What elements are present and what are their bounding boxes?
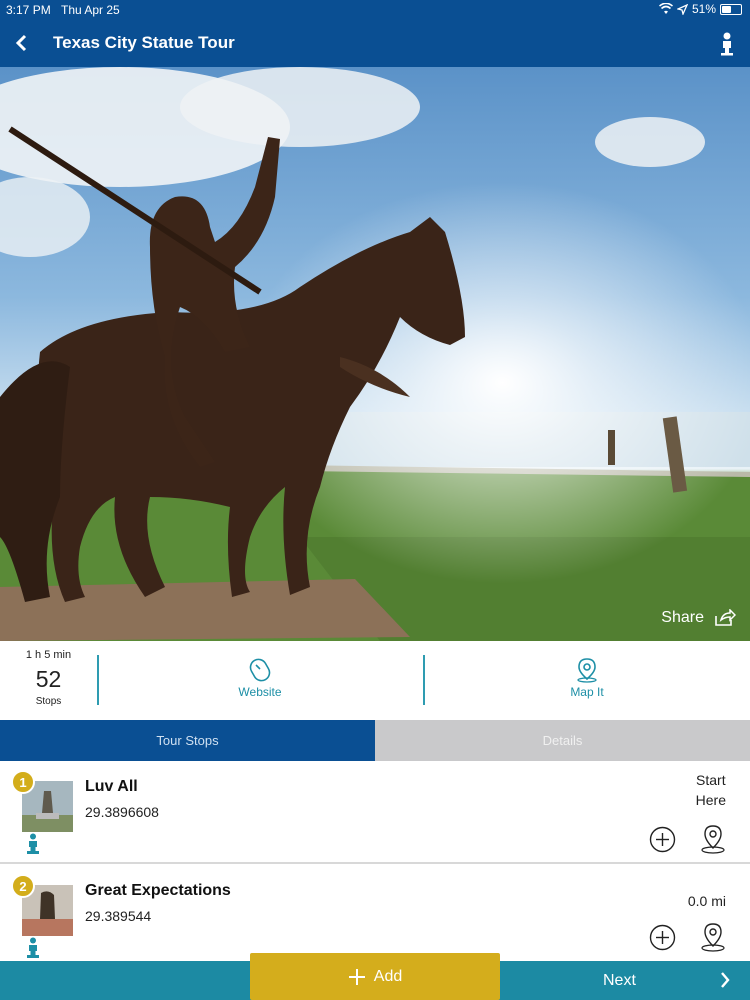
distance-line-1: 0.0 mi — [687, 893, 726, 909]
website-label: Website — [238, 685, 282, 699]
statue-photo — [0, 67, 750, 641]
stop-name: Great Expectations — [85, 882, 231, 899]
share-button[interactable]: Share — [661, 609, 736, 627]
stop-name: Luv All — [85, 778, 138, 795]
stops-label: Stops — [35, 696, 62, 707]
status-time: 3:17 PM — [6, 3, 51, 17]
statue-icon — [27, 937, 39, 958]
share-label: Share — [661, 609, 704, 626]
list-item[interactable]: 1 Luv All 29.3896608 Start Here — [0, 761, 750, 864]
stop-coordinate: 29.389544 — [85, 908, 152, 924]
distance-line-1: Start — [696, 772, 726, 788]
statue-icon — [27, 833, 39, 854]
divider — [423, 655, 425, 705]
location-arrow-icon — [676, 3, 688, 15]
map-it-button[interactable]: Map It — [547, 657, 627, 699]
stop-coordinate: 29.3896608 — [85, 804, 159, 820]
battery-icon — [720, 3, 742, 15]
person-icon[interactable] — [718, 32, 736, 56]
back-button[interactable] — [8, 30, 34, 56]
website-button[interactable]: Website — [220, 657, 300, 699]
map-pin-icon[interactable] — [699, 824, 727, 854]
nav-bar: Texas City Statue Tour — [0, 20, 750, 67]
map-pin-icon — [577, 658, 597, 683]
add-circle-icon[interactable] — [649, 826, 676, 853]
chevron-right-icon — [721, 972, 730, 988]
list-item[interactable]: 2 Great Expectations 29.389544 0.0 mi — [0, 865, 750, 961]
page-title: Texas City Statue Tour — [53, 33, 235, 52]
stop-number-badge: 2 — [11, 874, 35, 898]
stops-summary: 1 h 5 min 52 Stops — [0, 641, 97, 720]
add-label: Add — [373, 967, 403, 985]
plus-icon — [348, 968, 365, 985]
status-right: 51% — [658, 2, 742, 16]
stop-distance: Start Here — [696, 770, 726, 810]
stop-count: 52 — [35, 666, 62, 692]
share-icon — [715, 609, 736, 626]
next-label: Next — [603, 972, 636, 989]
mouse-pointer-icon — [249, 658, 271, 682]
status-date: Thu Apr 25 — [61, 3, 120, 17]
hero-image: Share — [0, 67, 750, 641]
tab-bar: Tour Stops Details — [0, 720, 750, 761]
tour-duration: 1 h 5 min — [25, 649, 72, 661]
status-bar: 3:17 PM Thu Apr 25 51% — [0, 0, 750, 20]
wifi-icon — [658, 3, 673, 14]
add-button[interactable]: Add — [250, 953, 500, 1000]
stop-distance: 0.0 mi — [688, 891, 726, 911]
next-button[interactable]: Next — [500, 961, 750, 1000]
tab-tour-stops[interactable]: Tour Stops — [0, 720, 375, 761]
map-it-label: Map It — [570, 685, 604, 699]
add-circle-icon[interactable] — [649, 924, 676, 951]
battery-percent: 51% — [691, 2, 716, 16]
tab-details[interactable]: Details — [375, 720, 750, 761]
tour-stops-list: 1 Luv All 29.3896608 Start Here 2 Great … — [0, 761, 750, 961]
stop-number-badge: 1 — [11, 770, 35, 794]
divider — [97, 655, 99, 705]
distance-line-2: Here — [695, 792, 726, 808]
map-pin-icon[interactable] — [699, 922, 727, 952]
tour-info-row: 1 h 5 min 52 Stops Website Map It — [0, 641, 750, 720]
chevron-left-icon — [15, 34, 27, 52]
